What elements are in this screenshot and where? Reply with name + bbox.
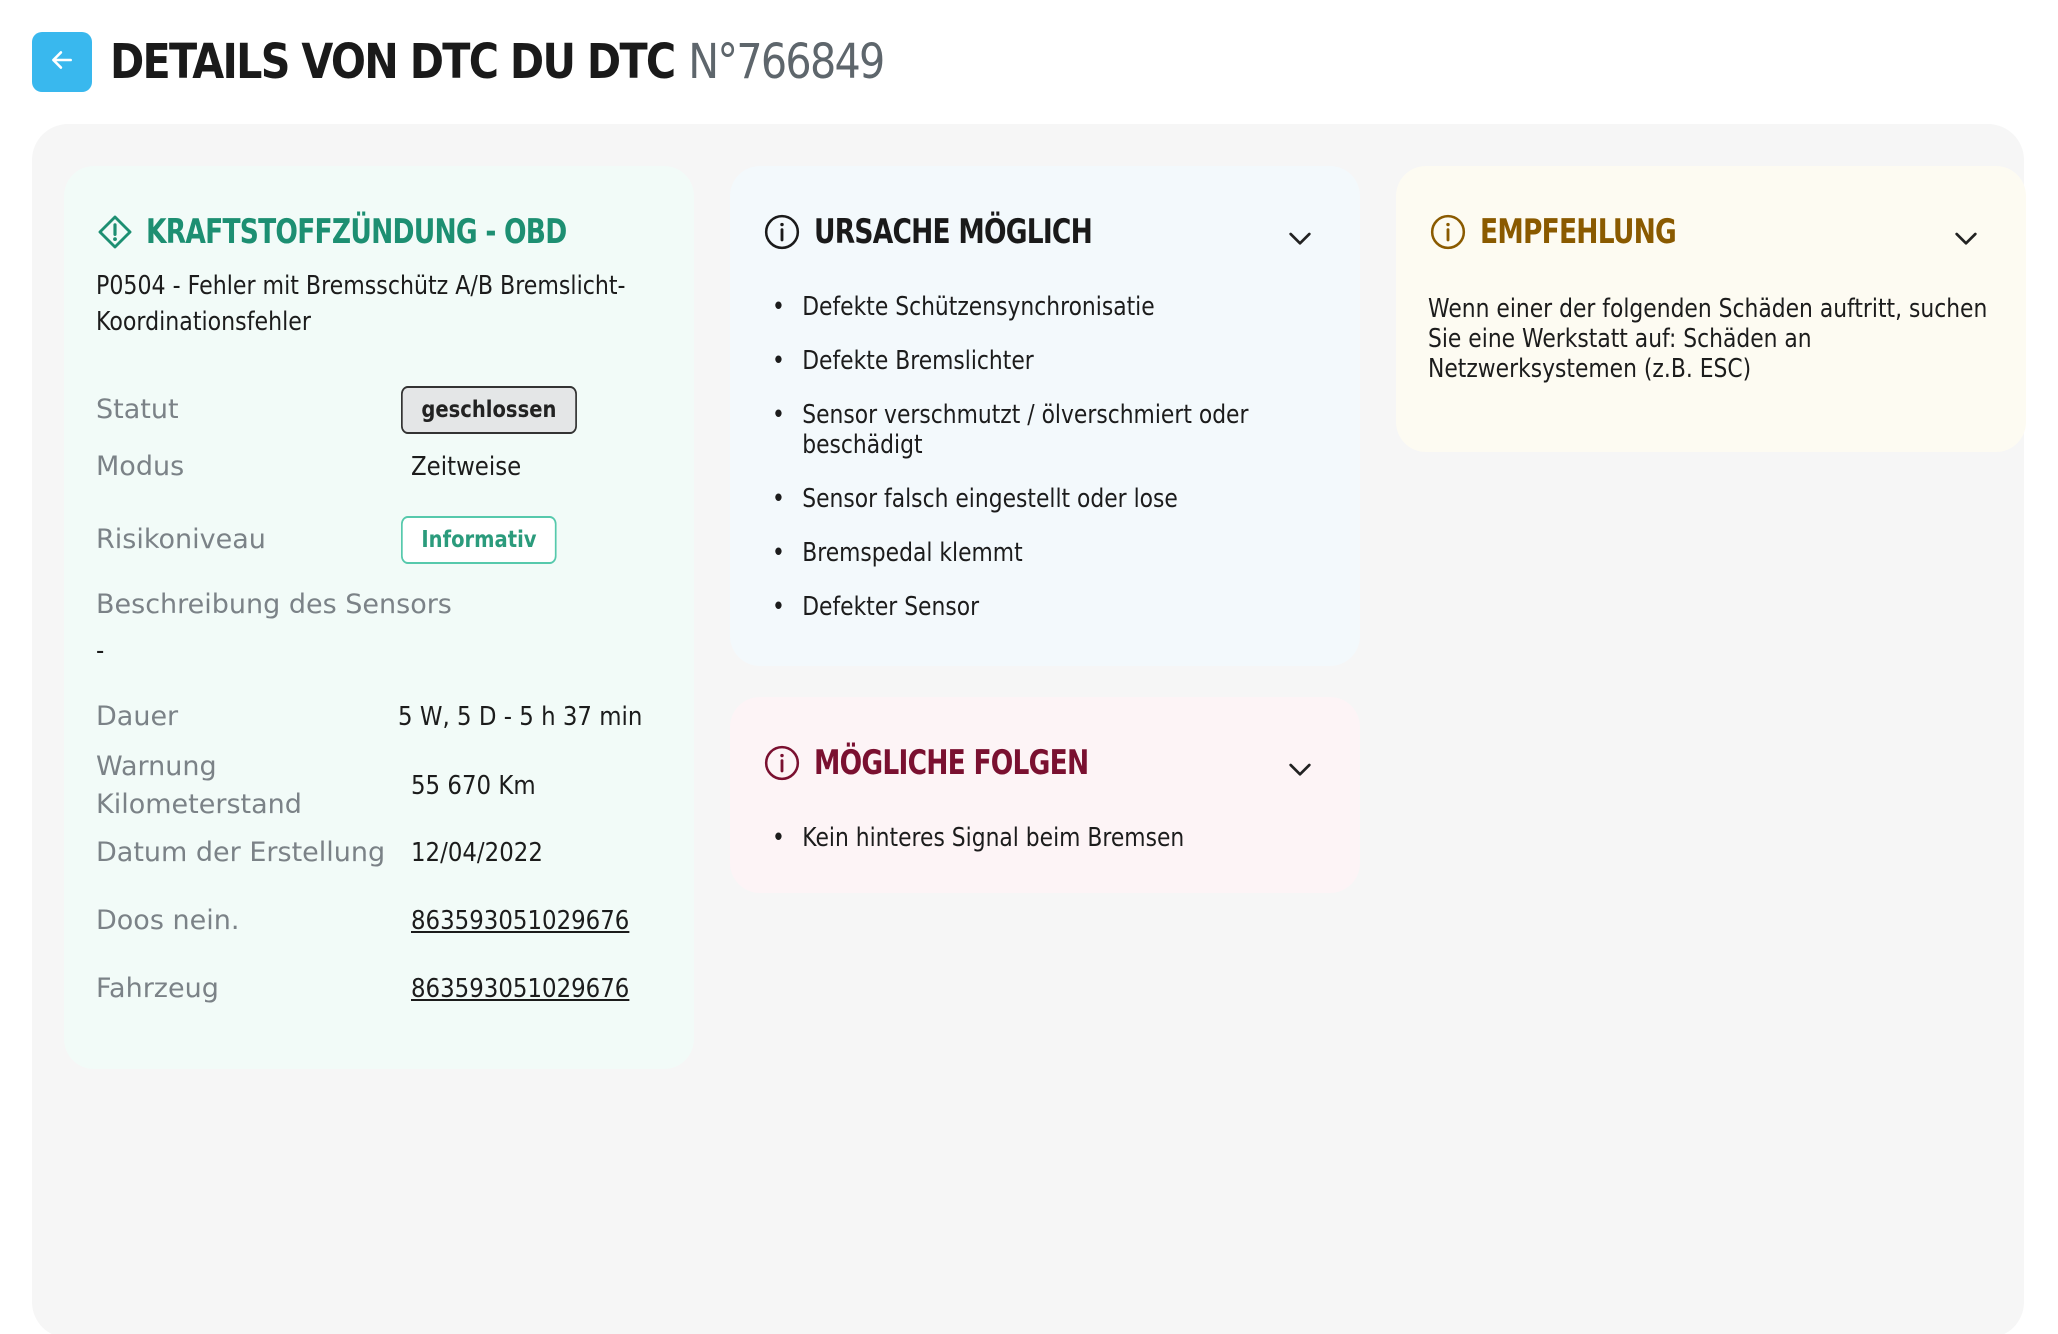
sensor-description-value-row: - (96, 636, 676, 666)
duration-label: Dauer (96, 701, 179, 732)
consequence-list: Kein hinteres Signal beim Bremsen (772, 823, 1328, 853)
list-item: Defekte Schützensynchronisatie (772, 292, 1310, 322)
sensor-description-value: - (96, 636, 105, 666)
info-circle-icon (1428, 212, 1468, 252)
list-item: Sensor falsch eingestellt oder lose (772, 484, 1310, 514)
mileage-row: Warnung Kilometerstand 55 670 Km (96, 748, 676, 824)
status-row: Statut geschlossen (96, 386, 676, 434)
recommendation-card-header[interactable]: Empfehlung (1428, 210, 1994, 254)
mode-label: Modus (96, 451, 185, 482)
chevron-down-icon[interactable] (1284, 222, 1316, 254)
status-label: Statut (96, 394, 179, 425)
duration-row: Dauer 5 W, 5 D - 5 h 37 min (96, 698, 676, 736)
mileage-label: Warnung Kilometerstand (96, 751, 302, 820)
cause-card-header[interactable]: Ursache möglich (762, 210, 1328, 254)
mileage-value: 55 670 Km (411, 771, 536, 801)
created-row: Datum der Erstellung 12/04/2022 (96, 834, 676, 872)
consequence-card-title: Mögliche Folgen (814, 743, 1089, 783)
consequence-card: Mögliche Folgen Kein hinteres Signal bei… (730, 697, 1360, 893)
dtc-card-header: Kraftstoffzündung - OBD (96, 210, 662, 254)
warning-diamond-icon (96, 212, 134, 252)
info-circle-icon (762, 743, 802, 783)
sensor-description-label: Beschreibung des Sensors (96, 589, 452, 620)
risk-badge: Informativ (401, 516, 557, 564)
recommendation-card: Empfehlung Wenn einer der folgenden Schä… (1396, 166, 2026, 452)
risk-row: Risikoniveau Informativ (96, 516, 676, 564)
sensor-description-row: Beschreibung des Sensors (96, 586, 676, 624)
dtc-code-description: P0504 - Fehler mit Bremsschütz A/B Brems… (96, 271, 626, 337)
dtc-card: Kraftstoffzündung - OBD P0504 - Fehler m… (64, 166, 694, 1069)
list-item: Sensor verschmutzt / ölverschmiert oder … (772, 400, 1310, 460)
created-label: Datum der Erstellung (96, 837, 386, 868)
cause-card: Ursache möglich Defekte Schützensynchron… (730, 166, 1360, 666)
vehicle-label: Fahrzeug (96, 973, 219, 1004)
list-item: Kein hinteres Signal beim Bremsen (772, 823, 1310, 853)
chevron-down-icon[interactable] (1950, 222, 1982, 254)
mode-value: Zeitweise (411, 452, 522, 482)
list-item: Defekter Sensor (772, 592, 1310, 622)
cause-list: Defekte Schützensynchronisatie Defekte B… (772, 292, 1328, 622)
mode-row: Modus Zeitweise (96, 448, 676, 486)
details-panel: Kraftstoffzündung - OBD P0504 - Fehler m… (32, 124, 2026, 1334)
risk-label: Risikoniveau (96, 524, 266, 555)
list-item: Defekte Bremslichter (772, 346, 1310, 376)
dtc-number: N°766849 (688, 34, 885, 90)
duration-value: 5 W, 5 D - 5 h 37 min (398, 702, 643, 732)
status-badge: geschlossen (401, 386, 577, 434)
created-value: 12/04/2022 (411, 838, 543, 868)
dtc-card-title: Kraftstoffzündung - OBD (146, 212, 567, 252)
back-button[interactable] (32, 32, 92, 92)
cause-card-title: Ursache möglich (814, 212, 1093, 252)
chevron-down-icon[interactable] (1284, 753, 1316, 785)
list-item: Bremspedal klemmt (772, 538, 1310, 568)
arrow-left-icon (49, 47, 75, 77)
page-title-text: Details von DTC du DTC (110, 34, 676, 90)
consequence-card-header[interactable]: Mögliche Folgen (762, 741, 1328, 785)
vehicle-link[interactable]: 863593051029676 (411, 974, 629, 1004)
recommendation-text: Wenn einer der folgenden Schäden auftrit… (1428, 294, 1988, 384)
vehicle-row: Fahrzeug 863593051029676 (96, 970, 676, 1008)
page-title: Details von DTC du DTC N°766849 (110, 34, 885, 90)
page-header: Details von DTC du DTC N°766849 (32, 30, 1010, 94)
doos-label: Doos nein. (96, 905, 240, 936)
doos-row: Doos nein. 863593051029676 (96, 902, 676, 940)
doos-link[interactable]: 863593051029676 (411, 906, 629, 936)
recommendation-card-title: Empfehlung (1480, 212, 1677, 252)
info-circle-icon (762, 212, 802, 252)
